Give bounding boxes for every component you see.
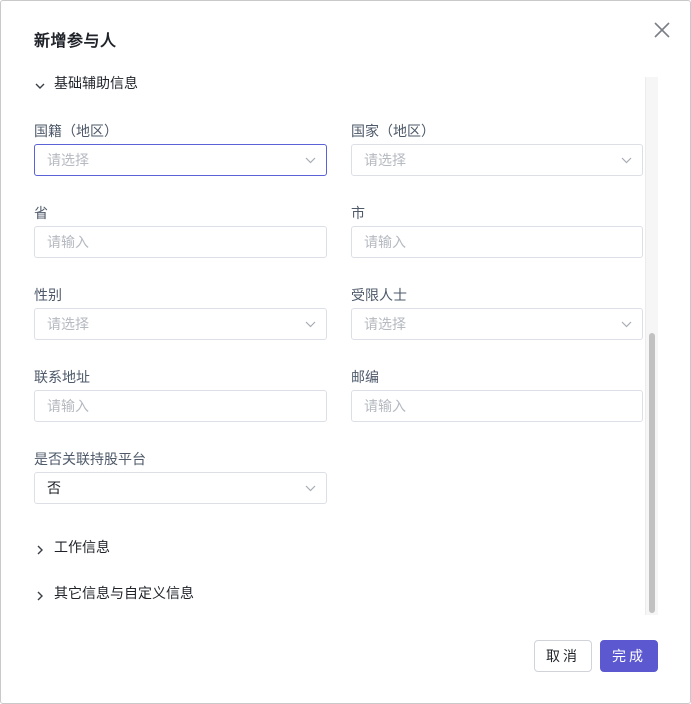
section-basic-label: 基础辅助信息 <box>54 76 138 92</box>
address-label: 联系地址 <box>34 370 90 386</box>
scrollbar-track[interactable] <box>645 77 658 615</box>
postcode-placeholder: 请输入 <box>364 399 406 415</box>
province-input[interactable]: 请输入 <box>34 226 327 258</box>
dialog-title: 新增参与人 <box>34 31 117 50</box>
address-input[interactable]: 请输入 <box>34 390 327 422</box>
platform-select[interactable]: 否 <box>34 472 327 504</box>
platform-label: 是否关联持股平台 <box>34 452 146 468</box>
postcode-label: 邮编 <box>351 370 379 386</box>
country-select[interactable]: 请选择 <box>351 144 643 176</box>
cancel-button[interactable]: 取消 <box>534 640 592 672</box>
chevron-down-icon <box>305 318 316 329</box>
country-placeholder: 请选择 <box>364 153 406 169</box>
chevron-down-icon <box>34 77 46 89</box>
postcode-input[interactable]: 请输入 <box>351 390 643 422</box>
section-work-header[interactable]: 工作信息 <box>34 537 110 557</box>
add-participant-dialog: 新增参与人 基础辅助信息 国籍（地区） 请选择 国家（地区） 请选择 省 请输入… <box>0 0 691 704</box>
scrollbar-thumb[interactable] <box>649 333 655 613</box>
restricted-placeholder: 请选择 <box>364 317 406 333</box>
gender-placeholder: 请选择 <box>47 317 89 333</box>
platform-value: 否 <box>47 481 61 497</box>
nationality-placeholder: 请选择 <box>47 153 89 169</box>
city-label: 市 <box>351 206 365 222</box>
section-work-label: 工作信息 <box>54 540 110 556</box>
chevron-right-icon <box>34 587 46 601</box>
address-placeholder: 请输入 <box>47 399 89 415</box>
chevron-right-icon <box>34 541 46 555</box>
complete-button[interactable]: 完成 <box>600 640 658 672</box>
city-input[interactable]: 请输入 <box>351 226 643 258</box>
city-placeholder: 请输入 <box>364 235 406 251</box>
close-icon[interactable] <box>651 19 673 41</box>
nationality-select[interactable]: 请选择 <box>34 144 327 176</box>
nationality-label: 国籍（地区） <box>34 124 118 140</box>
gender-label: 性别 <box>34 288 62 304</box>
section-basic-header[interactable]: 基础辅助信息 <box>34 73 138 93</box>
gender-select[interactable]: 请选择 <box>34 308 327 340</box>
country-label: 国家（地区） <box>351 124 435 140</box>
section-other-header[interactable]: 其它信息与自定义信息 <box>34 583 194 603</box>
chevron-down-icon <box>305 154 316 165</box>
section-other-label: 其它信息与自定义信息 <box>54 586 194 602</box>
chevron-down-icon <box>621 318 632 329</box>
chevron-down-icon <box>621 154 632 165</box>
chevron-down-icon <box>305 482 316 493</box>
restricted-label: 受限人士 <box>351 288 407 304</box>
province-placeholder: 请输入 <box>47 235 89 251</box>
province-label: 省 <box>34 206 48 222</box>
restricted-select[interactable]: 请选择 <box>351 308 643 340</box>
